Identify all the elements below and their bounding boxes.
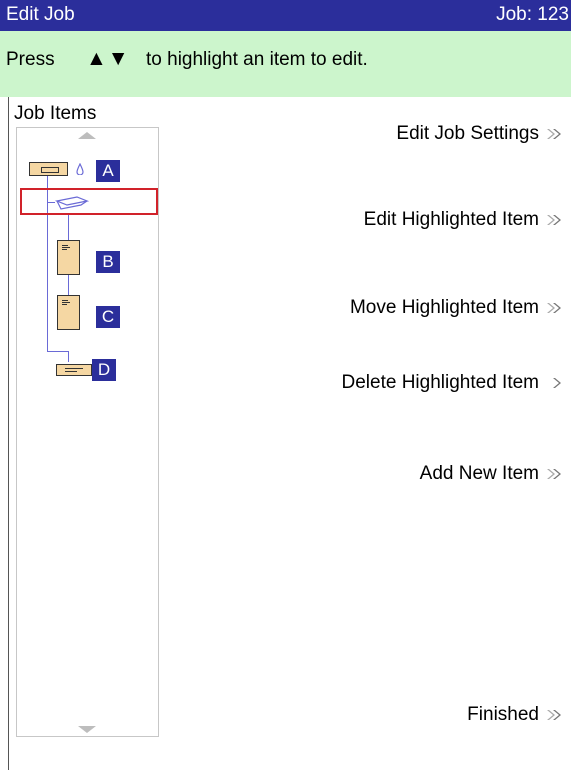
action-label: Move Highlighted Item bbox=[349, 297, 539, 318]
envelope-icon[interactable] bbox=[56, 364, 92, 376]
document-icon[interactable] bbox=[57, 240, 80, 275]
instruction-bar: Press ▲▼ to highlight an item to edit. bbox=[0, 31, 571, 97]
action-label: Finished bbox=[467, 704, 539, 725]
action-label: Delete Highlighted Item bbox=[341, 372, 540, 393]
connector-line bbox=[68, 351, 69, 362]
highlight-box[interactable] bbox=[20, 188, 158, 215]
chevron-right-icon bbox=[545, 125, 565, 143]
move-highlighted-item-button[interactable]: Move Highlighted Item bbox=[350, 297, 565, 319]
item-badge-b: B bbox=[96, 251, 120, 273]
scroll-down-icon[interactable] bbox=[78, 726, 96, 733]
title-bar: Edit Job Job: 123 bbox=[0, 0, 571, 31]
add-new-item-button[interactable]: Add New Item bbox=[420, 463, 565, 485]
item-badge-c: C bbox=[96, 306, 120, 328]
left-divider bbox=[8, 97, 9, 770]
job-items-label: Job Items bbox=[14, 103, 97, 124]
job-label: Job: bbox=[496, 4, 533, 25]
document-icon[interactable] bbox=[57, 295, 80, 330]
chevron-right-icon bbox=[545, 374, 565, 392]
instruction-text: to highlight an item to edit. bbox=[146, 49, 368, 70]
job-number: Job: 123 bbox=[496, 4, 569, 26]
window-title: Edit Job bbox=[6, 4, 75, 25]
item-badge-a: A bbox=[96, 160, 120, 182]
action-label: Edit Job Settings bbox=[396, 123, 539, 144]
action-label: Edit Highlighted Item bbox=[363, 209, 539, 230]
chevron-right-icon bbox=[545, 706, 565, 724]
scroll-up-icon[interactable] bbox=[78, 132, 96, 139]
job-items-panel[interactable] bbox=[16, 127, 159, 737]
chevron-right-icon bbox=[545, 211, 565, 229]
envelope-icon[interactable] bbox=[29, 162, 68, 176]
edit-highlighted-item-button[interactable]: Edit Highlighted Item bbox=[364, 209, 565, 231]
delete-highlighted-item-button[interactable]: Delete Highlighted Item bbox=[342, 372, 566, 394]
instruction-press: Press bbox=[6, 49, 55, 70]
edit-job-settings-button[interactable]: Edit Job Settings bbox=[396, 123, 565, 145]
finished-button[interactable]: Finished bbox=[467, 704, 565, 726]
item-badge-d: D bbox=[92, 359, 116, 381]
action-label: Add New Item bbox=[419, 463, 539, 484]
chevron-right-icon bbox=[545, 465, 565, 483]
connector-line bbox=[47, 351, 69, 352]
insert-tray-icon bbox=[55, 196, 89, 210]
chevron-right-icon bbox=[545, 299, 565, 317]
job-number-value: 123 bbox=[537, 4, 569, 25]
up-down-arrows-icon: ▲▼ bbox=[86, 47, 130, 70]
ink-drop-icon bbox=[76, 163, 84, 175]
